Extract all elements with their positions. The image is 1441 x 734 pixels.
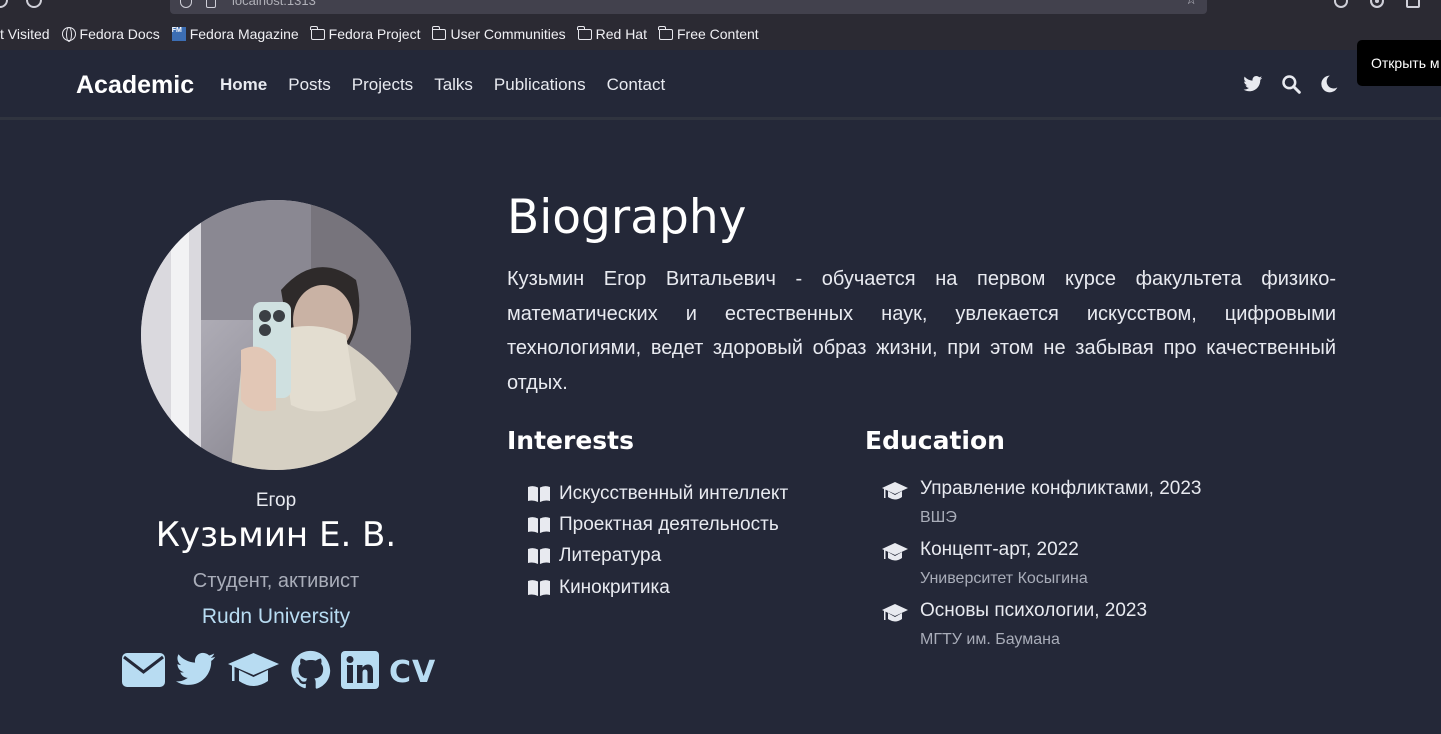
url-bar[interactable]: localhost:1313 ☆: [170, 0, 1207, 14]
folder-icon: [577, 25, 592, 40]
education-institution: Университет Косыгина: [920, 570, 1088, 587]
page-icon: [206, 0, 216, 8]
profile-organization[interactable]: Rudn University: [91, 605, 461, 629]
list-item: Кинокритика: [528, 572, 788, 603]
bookmark-red-hat[interactable]: Red Hat: [577, 25, 647, 42]
bookmark-free-content[interactable]: Free Content: [658, 25, 759, 42]
twitter-icon[interactable]: [175, 652, 217, 692]
folder-icon: [431, 25, 447, 40]
education-institution: МГТУ им. Баумана: [920, 631, 1060, 648]
twitter-icon[interactable]: [1243, 74, 1263, 94]
bookmark-label: t Visited: [0, 26, 50, 42]
url-text: localhost:1313: [232, 0, 316, 8]
interest-label: Литература: [559, 545, 662, 567]
back-button[interactable]: [0, 0, 8, 8]
nav-link-home[interactable]: Home: [220, 75, 267, 95]
avatar: [141, 200, 411, 470]
bookmarks-bar: t Visited Fedora Docs FM Fedora Magazine…: [0, 22, 771, 46]
profile-role: Студент, активист: [192, 570, 360, 592]
bookmark-label: User Communities: [450, 26, 566, 42]
extensions-icon[interactable]: [1406, 0, 1420, 8]
github-icon[interactable]: [290, 650, 331, 694]
nav-link-talks[interactable]: Talks: [434, 75, 473, 95]
education-course: Управление конфликтами, 2023: [920, 478, 1202, 499]
bookmark-star-icon[interactable]: ☆: [1185, 0, 1197, 8]
globe-icon: [61, 27, 76, 42]
bookmark-label: Fedora Project: [328, 26, 421, 42]
nav-links: Home Posts Projects Talks Publications C…: [220, 75, 686, 95]
tooltip: Открыть м: [1357, 40, 1441, 86]
interest-label: Проектная деятельность: [559, 513, 779, 535]
pocket-icon[interactable]: [1334, 0, 1348, 8]
bookmark-user-communities[interactable]: User Communities: [431, 25, 566, 42]
bookmark-label: Fedora Docs: [79, 26, 160, 42]
book-icon: [528, 548, 550, 565]
profile-first-name: Егор: [255, 490, 297, 511]
bookmark-fedora-docs[interactable]: Fedora Docs: [61, 26, 160, 42]
bookmark-label: Free Content: [676, 26, 759, 42]
search-icon[interactable]: [1281, 74, 1301, 94]
interests-list: Искусственный интеллект Проектная деятел…: [528, 478, 788, 603]
bookmark-label: Red Hat: [595, 26, 647, 42]
site-brand[interactable]: Academic: [76, 71, 194, 100]
moon-icon[interactable]: [1319, 74, 1339, 94]
linkedin-icon[interactable]: [341, 651, 379, 693]
account-icon[interactable]: [1370, 0, 1384, 8]
book-icon: [528, 485, 550, 502]
education-institution: ВШЭ: [920, 509, 957, 526]
graduation-cap-icon: [882, 543, 908, 561]
bookmark-fedora-project[interactable]: Fedora Project: [310, 25, 421, 42]
nav-link-contact[interactable]: Contact: [607, 75, 666, 95]
list-item: Литература: [528, 541, 788, 572]
social-links: CV: [122, 650, 446, 694]
education-course: Основы психологии, 2023: [920, 600, 1148, 621]
browser-chrome: localhost:1313 ☆ t Visited Fedora Docs F…: [0, 0, 1441, 50]
email-icon[interactable]: [122, 653, 165, 691]
graduation-cap-icon: [882, 482, 908, 500]
profile-full-name: Кузьмин Е. В.: [155, 515, 397, 555]
biography-text: Кузьмин Егор Витальевич - обучается на п…: [507, 268, 1336, 394]
education-course: Концепт-арт, 2022: [920, 539, 1079, 560]
biography-title: Biography: [507, 190, 747, 245]
shield-icon: [180, 0, 192, 8]
nav-link-posts[interactable]: Posts: [288, 75, 331, 95]
bookmark-most-visited[interactable]: t Visited: [0, 26, 50, 42]
list-item: Искусственный интеллект: [528, 478, 788, 509]
nav-icons: [1243, 74, 1339, 94]
site-navbar: Academic Home Posts Projects Talks Publi…: [0, 50, 1441, 120]
interests-title: Interests: [507, 426, 635, 455]
interest-label: Искусственный интеллект: [559, 482, 789, 504]
bookmark-label: Fedora Magazine: [189, 26, 299, 42]
cv-icon[interactable]: CV: [389, 655, 436, 690]
folder-icon: [658, 25, 673, 40]
education-title: Education: [865, 426, 1005, 455]
reload-button[interactable]: [26, 0, 42, 8]
list-item: Проектная деятельность: [528, 509, 788, 540]
folder-icon: [310, 25, 325, 40]
bookmark-fedora-magazine[interactable]: FM Fedora Magazine: [171, 26, 299, 42]
graduation-cap-icon: [882, 604, 908, 622]
book-icon: [528, 517, 550, 533]
interest-label: Кинокритика: [559, 576, 670, 598]
fedora-magazine-icon: FM: [171, 27, 186, 41]
book-icon: [528, 579, 550, 596]
nav-link-publications[interactable]: Publications: [494, 75, 586, 95]
graduation-cap-icon[interactable]: [227, 651, 280, 693]
nav-link-projects[interactable]: Projects: [352, 75, 413, 95]
